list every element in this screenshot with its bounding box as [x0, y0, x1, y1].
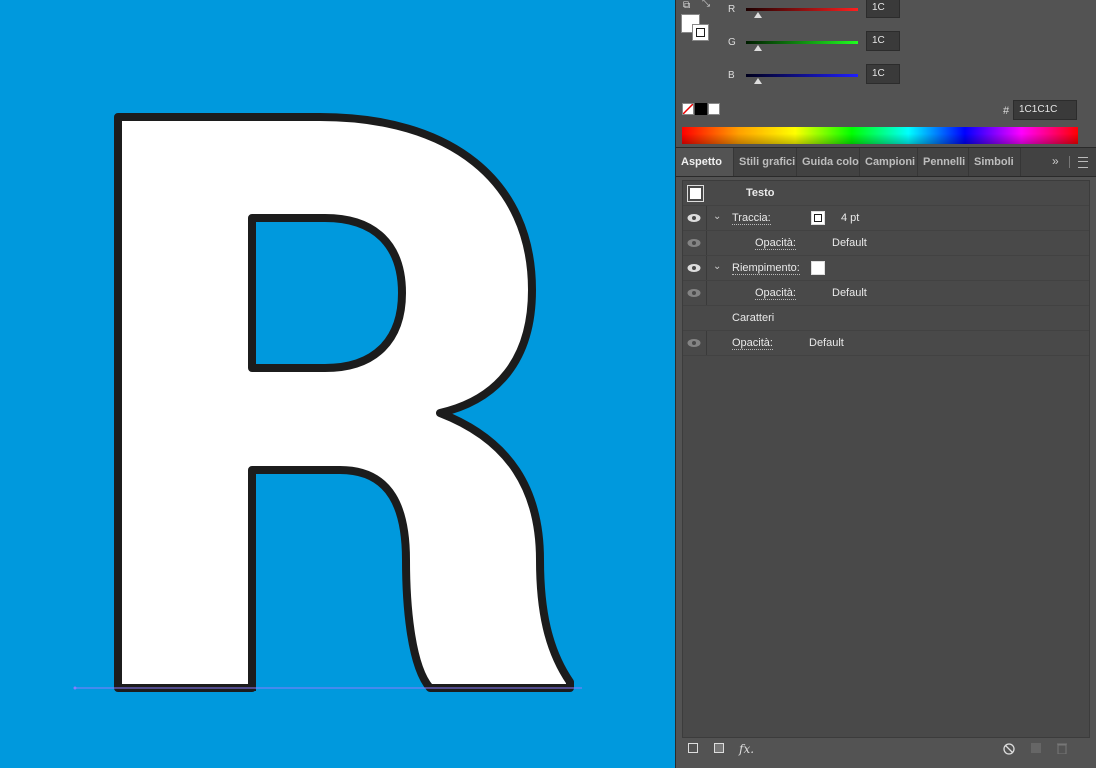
fx-icon[interactable]: fx.: [739, 742, 754, 756]
slider-g-thumb[interactable]: [754, 45, 762, 51]
row-gutter: [706, 231, 707, 255]
chevron-down-icon[interactable]: ⌄: [713, 261, 721, 272]
chevron-down-icon[interactable]: ⌄: [713, 211, 721, 222]
artboard-canvas[interactable]: [0, 0, 675, 768]
stroke-label[interactable]: Traccia:: [732, 212, 771, 225]
slider-b[interactable]: B 1C: [728, 64, 1088, 86]
object-opacity-label[interactable]: Opacità:: [732, 337, 773, 350]
fill-label[interactable]: Riempimento:: [732, 262, 800, 275]
more-tabs-icon[interactable]: »: [1052, 154, 1059, 168]
slider-g-label: G: [728, 37, 736, 48]
slider-g-track[interactable]: [746, 41, 858, 44]
delete-item-icon[interactable]: [1057, 742, 1067, 754]
fill-opacity-label[interactable]: Opacità:: [755, 287, 796, 300]
stroke-opacity-label[interactable]: Opacità:: [755, 237, 796, 250]
hex-symbol: #: [1003, 105, 1010, 117]
object-thumbnail: [687, 185, 704, 202]
none-icon: [682, 103, 694, 115]
eye-icon[interactable]: [687, 338, 701, 348]
slider-g-value[interactable]: 1C: [866, 31, 900, 51]
eye-icon[interactable]: [687, 238, 701, 248]
slider-r-thumb[interactable]: [754, 12, 762, 18]
slider-r-track[interactable]: [746, 8, 858, 11]
slider-b-value[interactable]: 1C: [866, 64, 900, 84]
eye-icon[interactable]: [687, 288, 701, 298]
tab-pennelli[interactable]: Pennelli: [918, 148, 969, 176]
tab-stili-grafici[interactable]: Stili grafici: [734, 148, 797, 176]
swap-colors-icon[interactable]: ⤡: [702, 0, 710, 9]
panel-tab-bar: Aspetto Stili grafici Guida colori Campi…: [676, 147, 1096, 177]
eye-icon[interactable]: [687, 263, 701, 273]
tab-guida-colori-label: Guida colori: [802, 156, 860, 168]
stroke-swatch[interactable]: [692, 24, 709, 41]
stroke-color-swatch[interactable]: [811, 211, 825, 225]
slider-b-label: B: [728, 70, 735, 81]
tab-guida-colori[interactable]: Guida colori: [797, 148, 860, 176]
black-swatch[interactable]: [695, 103, 707, 115]
row-gutter: [706, 331, 707, 355]
slider-r-label: R: [728, 4, 736, 15]
letter-r-artwork[interactable]: [0, 0, 675, 768]
hex-input[interactable]: 1C1C1C: [1013, 100, 1077, 120]
clear-appearance-icon[interactable]: [1003, 743, 1015, 755]
characters-row[interactable]: Caratteri: [683, 306, 1089, 331]
object-opacity-row[interactable]: Opacità: Default: [683, 331, 1089, 356]
default-colors-icon[interactable]: ⧉: [683, 0, 690, 11]
tab-pennelli-label: Pennelli: [923, 156, 966, 168]
row-gutter: [706, 281, 707, 305]
new-fill-icon[interactable]: [714, 743, 724, 753]
tab-simboli-label: Simboli: [974, 156, 1014, 168]
tab-campioni-label: Campioni: [865, 156, 916, 168]
color-panel: ⧉ ⤡ R 1C G 1C B 1C # 1C1C1C: [676, 0, 1096, 146]
right-panel-dock: ⧉ ⤡ R 1C G 1C B 1C # 1C1C1C Aspetto Stil…: [675, 0, 1096, 768]
fill-color-swatch[interactable]: [811, 261, 825, 275]
color-spectrum[interactable]: [682, 127, 1078, 144]
stroke-row[interactable]: ⌄ Traccia: 4 pt: [683, 206, 1089, 231]
object-type-label: Testo: [746, 187, 775, 199]
characters-label[interactable]: Caratteri: [732, 312, 774, 324]
appearance-object-row[interactable]: Testo: [683, 181, 1089, 206]
fill-row[interactable]: ⌄ Riempimento:: [683, 256, 1089, 281]
white-swatch[interactable]: [708, 103, 720, 115]
baseline-anchor[interactable]: [73, 686, 77, 690]
object-opacity-value: Default: [809, 337, 844, 349]
duplicate-item-icon[interactable]: [1031, 743, 1041, 753]
row-gutter: [706, 206, 707, 230]
tab-aspetto[interactable]: Aspetto: [676, 148, 734, 176]
slider-b-thumb[interactable]: [754, 78, 762, 84]
appearance-toolbar: fx.: [676, 739, 1096, 759]
new-stroke-icon[interactable]: [688, 743, 698, 753]
slider-r-value[interactable]: 1C: [866, 0, 900, 18]
letter-r-shape[interactable]: [114, 113, 574, 692]
fill-opacity-row[interactable]: Opacità: Default: [683, 281, 1089, 306]
tab-simboli[interactable]: Simboli: [969, 148, 1021, 176]
stroke-opacity-value: Default: [832, 237, 867, 249]
fill-opacity-value: Default: [832, 287, 867, 299]
eye-icon[interactable]: [687, 213, 701, 223]
none-swatch[interactable]: [682, 103, 694, 115]
row-gutter: [706, 256, 707, 280]
tab-aspetto-label: Aspetto: [681, 156, 722, 168]
slider-r[interactable]: R 1C: [728, 0, 1088, 20]
tab-divider: [1069, 156, 1070, 168]
slider-g[interactable]: G 1C: [728, 31, 1088, 53]
appearance-panel: Testo ⌄ Traccia: 4 pt Opacità: Default ⌄…: [682, 180, 1090, 738]
slider-b-track[interactable]: [746, 74, 858, 77]
stroke-opacity-row[interactable]: Opacità: Default: [683, 231, 1089, 256]
tab-stili-grafici-label: Stili grafici: [739, 156, 796, 168]
stroke-weight-value[interactable]: 4 pt: [841, 212, 859, 224]
tab-campioni[interactable]: Campioni: [860, 148, 918, 176]
panel-menu-icon[interactable]: [1078, 157, 1088, 168]
